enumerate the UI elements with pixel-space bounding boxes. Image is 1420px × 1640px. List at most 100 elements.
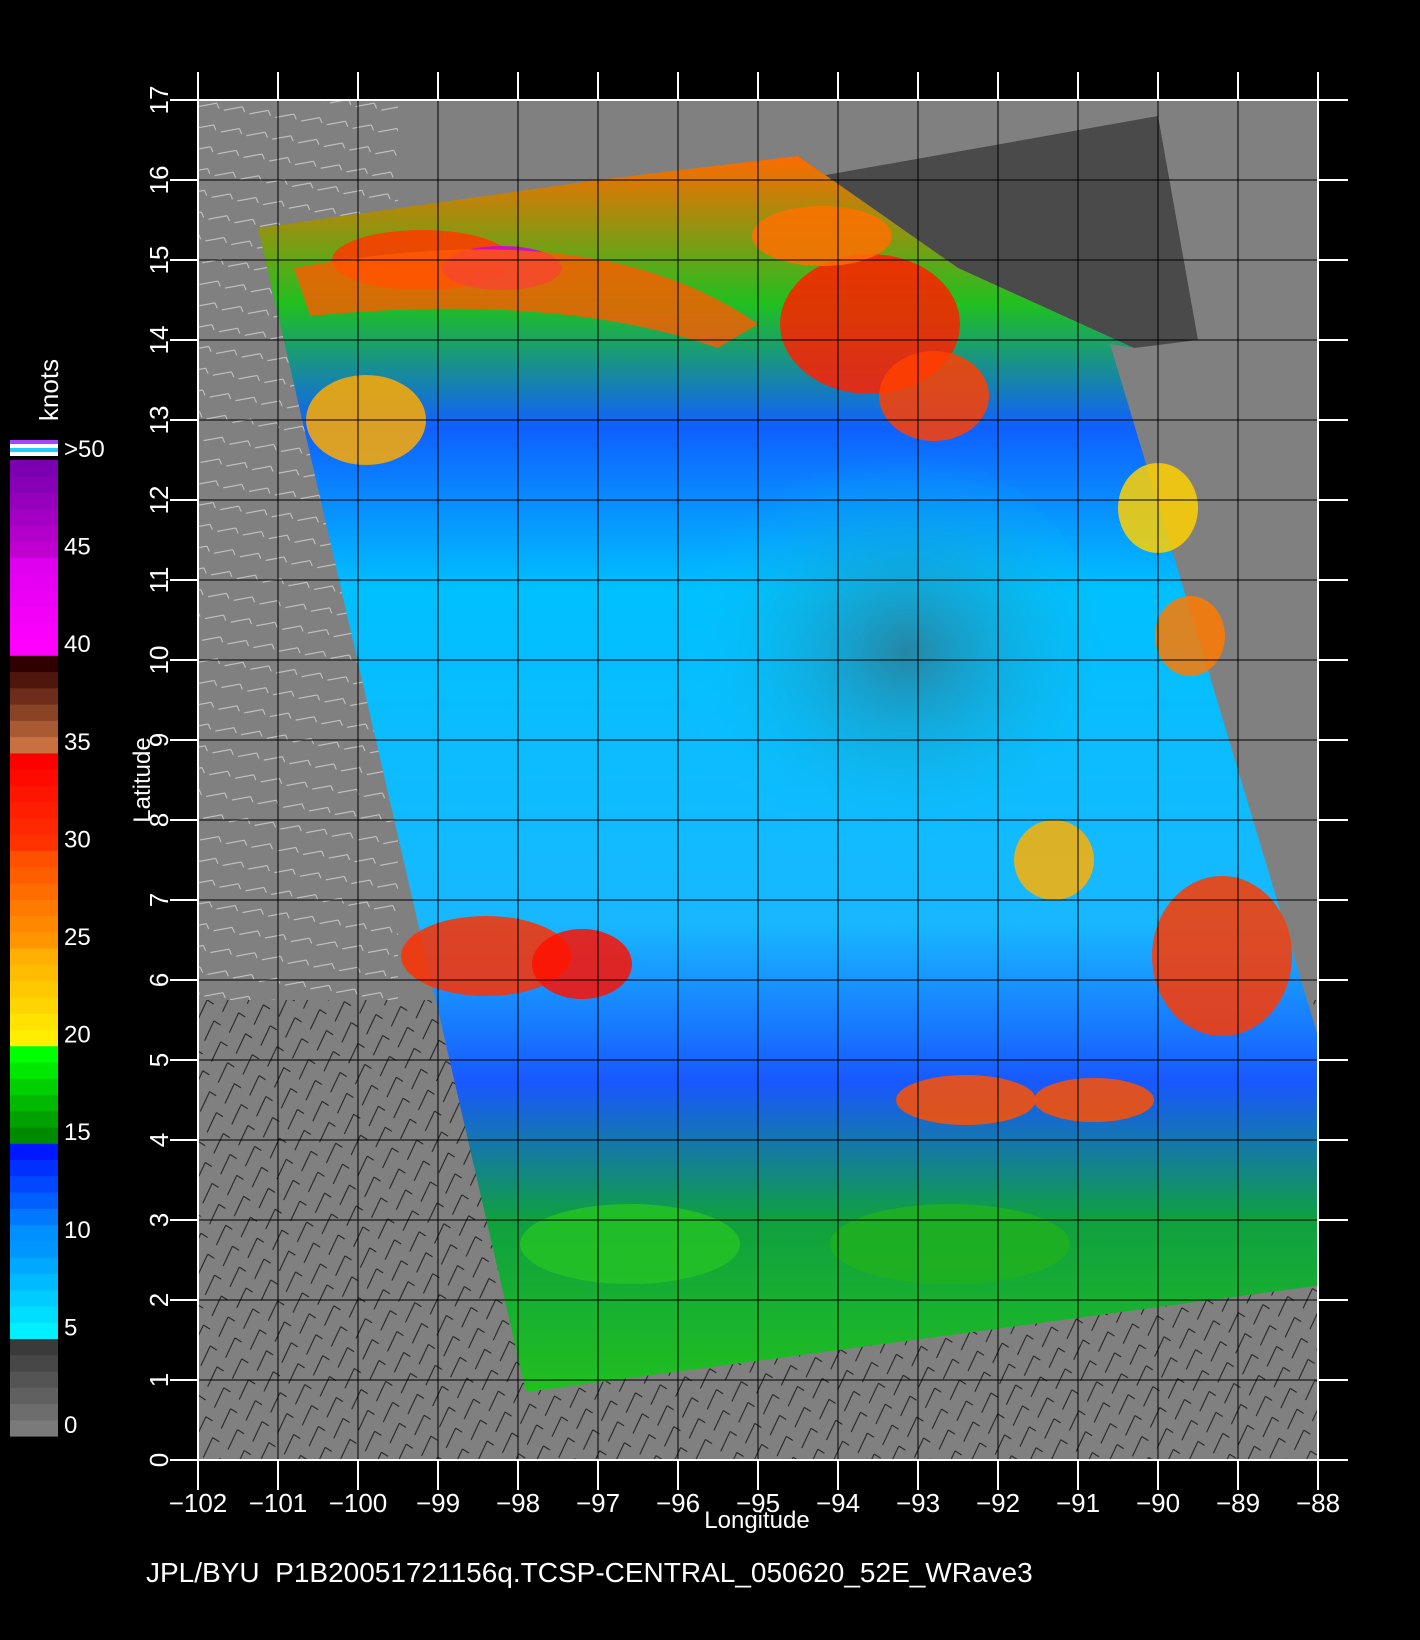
colorbar-tick-label: 10 [64,1217,91,1244]
wind-feature-12 [896,1075,1036,1125]
colorbar-band-4 [10,1061,58,1079]
y-tick-label: 15 [144,246,174,275]
x-tick-label: −89 [1216,1488,1260,1518]
y-tick-label: 12 [144,486,174,515]
colorbar-band-7 [10,801,58,819]
colorbar-band-5 [10,948,58,965]
colorbar-band-6 [10,915,58,933]
y-tick-label: 1 [144,1373,174,1387]
wind-feature-15 [520,1204,740,1284]
colorbar-band-8 [10,671,58,689]
y-tick-label: 16 [144,166,174,195]
colorbar-band-6 [10,850,58,868]
colorbar-tick-label: 25 [64,924,91,951]
colorbar-band-8 [10,687,58,705]
colorbar-band-10 [10,541,58,559]
colorbar-band-7 [10,752,58,770]
colorbar-band-9 [10,590,58,607]
colorbar-band-8 [10,720,58,738]
colorbar-band-3 [10,1208,58,1226]
colorbar-tick-label: 45 [64,534,91,561]
colorbar-band-7 [10,834,58,851]
y-tick-label: 17 [144,86,174,115]
x-tick-label: −90 [1136,1488,1180,1518]
y-tick-label: 2 [144,1293,174,1307]
colorbar-band-9 [10,557,58,575]
colorbar-band-7 [10,769,58,786]
colorbar-title: knots [34,359,64,421]
colorbar-band-6 [10,882,58,900]
colorbar-band-1 [10,1370,58,1388]
colorbar-tick-labels: >50 45 40 35 30 25 20 15 10 5 0 [64,436,105,1439]
colorbar-band-5 [10,1013,58,1030]
colorbar-band-7 [10,785,58,803]
wind-feature-4 [752,206,892,266]
colorbar-band-1 [10,1419,58,1437]
x-tick-label: −96 [656,1488,700,1518]
colorbar-tick-label: >50 [64,436,105,463]
colorbar-tick-label: 35 [64,729,91,756]
y-tick-label: 13 [144,406,174,435]
colorbar-band-4 [10,1078,58,1095]
colorbar-band-1 [10,1354,58,1372]
colorbar-band-5 [10,996,58,1014]
wind-feature-8 [1155,596,1225,676]
y-tick-label: 10 [144,646,174,675]
footer-caption: JPL/BYU P1B20051721156q.TCSP-CENTRAL_050… [146,1557,1033,1588]
colorbar-band-2 [10,1273,58,1291]
x-tick-label: −92 [976,1488,1020,1518]
colorbar-band-3 [10,1159,58,1177]
colorbar-band-10 [10,525,58,542]
x-tick-label: −97 [576,1488,620,1518]
colorbar-tick-label: 40 [64,631,91,658]
colorbar-tick-label: 5 [64,1314,77,1341]
x-tick-label: −101 [249,1488,308,1518]
colorbar-band-2 [10,1240,58,1258]
x-tick-label: −91 [1056,1488,1100,1518]
colorbar-overflow-stripe [10,444,58,448]
y-tick-label: 3 [144,1213,174,1227]
colorbar-band-4 [10,1045,58,1063]
colorbar-band-5 [10,964,58,982]
x-tick-label: −94 [816,1488,860,1518]
wind-feature-16 [830,1204,1070,1284]
colorbar-band-10 [10,508,58,526]
colorbar-band-9 [10,622,58,640]
colorbar-band-4 [10,1110,58,1128]
x-tick-label: −102 [169,1488,228,1518]
colorbar [10,440,58,1437]
wind-feature-5 [879,351,989,441]
y-tick-label: 6 [144,973,174,987]
wind-feature-10 [532,929,632,999]
x-tick-label: −93 [896,1488,940,1518]
colorbar-band-10 [10,476,58,494]
colorbar-band-3 [10,1192,58,1209]
colorbar-band-8 [10,736,58,754]
colorbar-band-8 [10,704,58,721]
colorbar-band-6 [10,866,58,884]
wind-feature-13 [1034,1078,1154,1122]
colorbar-band-10 [10,460,58,477]
colorbar-tick-label: 30 [64,826,91,853]
colorbar-band-4 [10,1126,58,1144]
colorbar-tick-label: 0 [64,1412,77,1439]
x-tick-label: −99 [416,1488,460,1518]
colorbar-band-3 [10,1175,58,1193]
colorbar-band-7 [10,817,58,835]
colorbar-overflow-stripe [10,440,58,444]
colorbar-band-10 [10,492,58,510]
colorbar-tick-label: 20 [64,1022,91,1049]
colorbar-overflow-stripe [10,452,58,456]
x-tick-label: −100 [329,1488,388,1518]
colorbar-band-2 [10,1289,58,1307]
colorbar-band-8 [10,655,58,673]
y-tick-label: 4 [144,1133,174,1147]
x-tick-label: −88 [1296,1488,1340,1518]
y-tick-label: 7 [144,893,174,907]
colorbar-band-2 [10,1305,58,1323]
colorbar-band-5 [10,1029,58,1047]
colorbar-band-9 [10,638,58,656]
colorbar-band-3 [10,1224,58,1242]
colorbar-tick-label: 15 [64,1119,91,1146]
colorbar-band-9 [10,573,58,591]
